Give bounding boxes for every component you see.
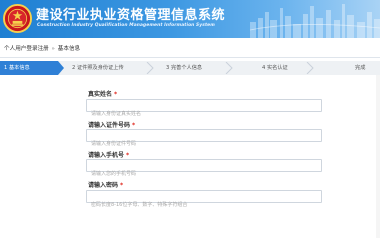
id-number-field[interactable] (86, 129, 322, 150)
id-number-input[interactable] (87, 138, 321, 150)
step-real-name-auth: 4 实名认证 (262, 65, 288, 71)
app-subtitle: Construction Industry Qualification Mana… (37, 23, 215, 28)
phone-input[interactable] (87, 168, 321, 180)
step-basic-info: 1 基本信息 (0, 61, 58, 75)
step-divider (225, 62, 233, 74)
required-marker: * (126, 152, 130, 159)
step-divider (306, 62, 314, 74)
required-marker: * (120, 182, 124, 189)
password-input[interactable] (87, 199, 321, 211)
phone-label-text: 请输入手机号 (88, 152, 125, 159)
required-marker: * (114, 91, 118, 98)
breadcrumb-item-basic-info: 基本信息 (57, 46, 81, 52)
city-skyline-decoration (249, 4, 380, 38)
id-number-label: 请输入证件号码 * (88, 120, 135, 129)
password-field[interactable] (86, 190, 322, 211)
required-marker: * (132, 122, 136, 129)
real-name-label-text: 真实姓名 (88, 91, 113, 98)
app-title: 建设行业执业资格管理信息系统 (36, 8, 226, 23)
step-divider (146, 62, 154, 74)
id-number-label-text: 请输入证件号码 (88, 122, 131, 129)
step-photo-upload: 2 证件照及身份证上传 (72, 65, 124, 71)
scrollbar-track[interactable] (376, 75, 380, 238)
real-name-label: 真实姓名 * (88, 89, 117, 98)
breadcrumb-separator: » (51, 46, 55, 52)
step-complete: 完成 (355, 65, 366, 71)
real-name-input[interactable] (87, 108, 321, 120)
breadcrumb: 个人用户登录注册 » 基本信息 (4, 44, 80, 52)
registration-steps: 1 基本信息 2 证件照及身份证上传 3 完善个人信息 4 实名认证 完成 (0, 61, 380, 75)
step-arrow (58, 61, 64, 75)
step-personal-info: 3 完善个人信息 (166, 65, 203, 71)
breadcrumb-bar: 个人用户登录注册 » 基本信息 (0, 38, 380, 58)
national-emblem-icon (3, 4, 32, 33)
password-label-text: 请输入密码 (88, 182, 119, 189)
app-header: 建设行业执业资格管理信息系统 Construction Industry Qua… (0, 0, 380, 38)
phone-label: 请输入手机号 * (88, 150, 129, 159)
breadcrumb-item-register[interactable]: 个人用户登录注册 (4, 46, 49, 52)
password-label: 请输入密码 * (88, 180, 123, 189)
basic-info-form: 真实姓名* 请输入证件号码* 请输入手机号* 请输入密码* (0, 75, 380, 238)
phone-field[interactable] (86, 159, 322, 180)
real-name-field[interactable] (86, 99, 322, 120)
